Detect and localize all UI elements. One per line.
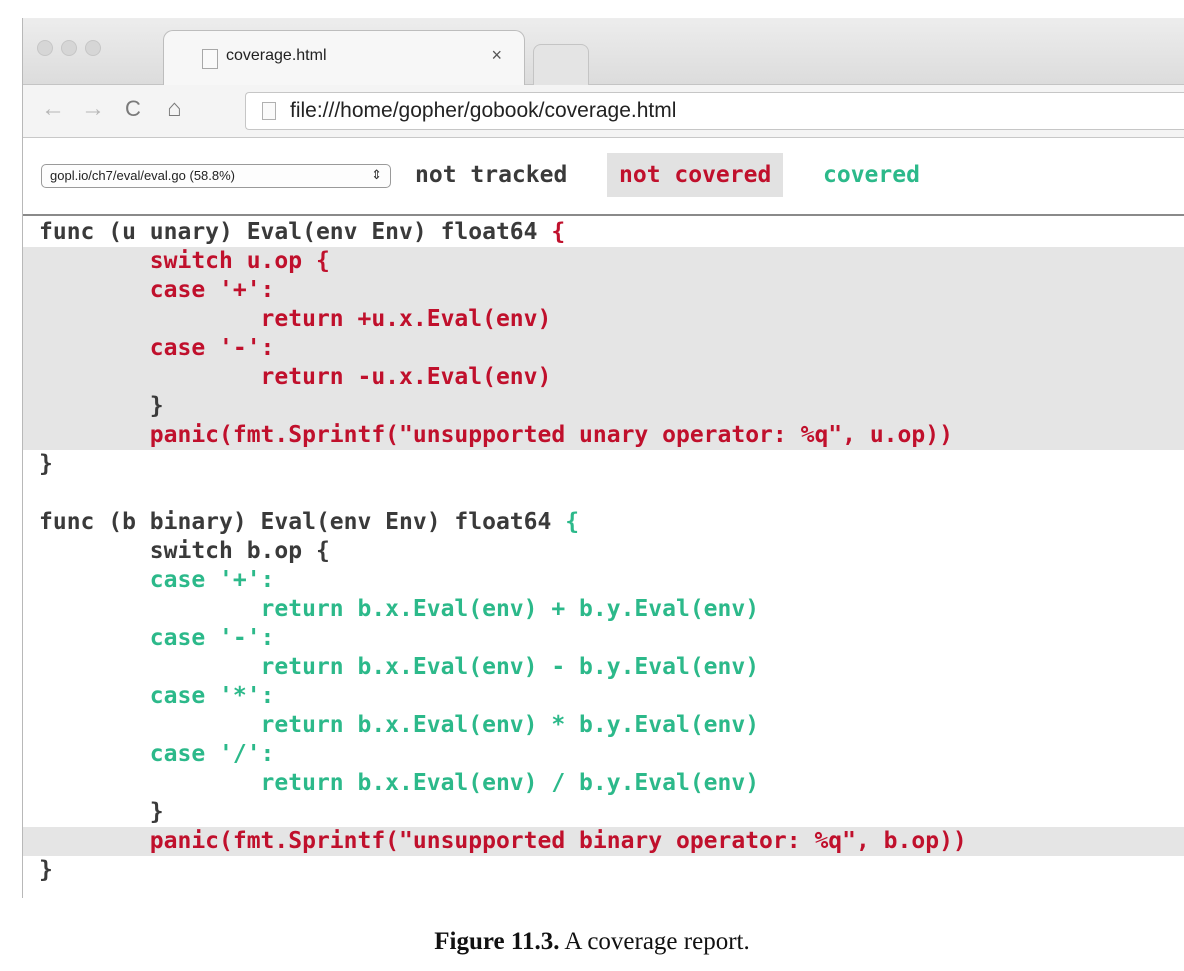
new-tab-button[interactable] (533, 44, 589, 85)
code-token: return +u.x.Eval(env) (39, 306, 552, 332)
url-text: file:///home/gopher/gobook/coverage.html (290, 99, 677, 122)
code-line: return b.x.Eval(env) * b.y.Eval(env) (39, 711, 760, 740)
browser-toolbar: ← → C ⌂ file:///home/gopher/gobook/cover… (23, 85, 1184, 138)
tab-bar: coverage.html × (23, 18, 1184, 85)
code-token: return b.x.Eval(env) + b.y.Eval(env) (39, 596, 760, 622)
legend-not-covered: not covered (607, 153, 784, 197)
code-line: switch b.op { (39, 537, 330, 566)
browser-window: coverage.html × ← → C ⌂ file:///home/gop… (22, 18, 1184, 898)
figure-caption: Figure 11.3. A coverage report. (0, 928, 1184, 956)
code-token: case '*': (39, 683, 275, 709)
code-line: panic(fmt.Sprintf("unsupported unary ope… (39, 421, 953, 450)
code-view: func (u unary) Eval(env Env) float64 { s… (23, 216, 1184, 898)
code-line: func (u unary) Eval(env Env) float64 { (39, 218, 565, 247)
code-line: } (39, 450, 53, 479)
code-token: case '/': (39, 741, 275, 767)
code-token: switch b.op { (39, 538, 330, 564)
code-token: } (39, 857, 53, 883)
coverage-header: gopl.io/ch7/eval/eval.go (58.8%) ⇕ not t… (23, 138, 1184, 216)
code-line: case '*': (39, 682, 275, 711)
code-token: case '-': (39, 335, 275, 361)
code-token: { (551, 219, 566, 245)
tab-coverage[interactable]: coverage.html × (163, 30, 525, 85)
code-token: return b.x.Eval(env) * b.y.Eval(env) (39, 712, 760, 738)
code-line: case '-': (39, 334, 275, 363)
back-arrow-icon[interactable]: ← (41, 95, 65, 123)
code-line: return b.x.Eval(env) - b.y.Eval(env) (39, 653, 760, 682)
code-line: return +u.x.Eval(env) (39, 305, 552, 334)
file-select[interactable]: gopl.io/ch7/eval/eval.go (58.8%) ⇕ (41, 164, 391, 188)
code-line: return b.x.Eval(env) / b.y.Eval(env) (39, 769, 760, 798)
code-token: panic(fmt.Sprintf("unsupported unary ope… (39, 422, 953, 448)
code-token: } (39, 393, 164, 419)
code-token: return b.x.Eval(env) - b.y.Eval(env) (39, 654, 760, 680)
code-token: case '+': (39, 567, 275, 593)
code-token: case '+': (39, 277, 275, 303)
zoom-window-button[interactable] (85, 40, 101, 56)
code-token: return b.x.Eval(env) / b.y.Eval(env) (39, 770, 760, 796)
code-token: func (b binary) Eval(env Env) float64 (39, 509, 566, 535)
code-line: } (39, 856, 53, 885)
legend-covered: covered (823, 162, 920, 188)
code-line: func (b binary) Eval(env Env) float64 { (39, 508, 579, 537)
home-icon[interactable]: ⌂ (167, 95, 182, 123)
code-line: switch u.op { (39, 247, 330, 276)
legend-not-tracked: not tracked (415, 162, 568, 188)
code-line: case '+': (39, 276, 275, 305)
code-token: case '-': (39, 625, 275, 651)
code-line: return -u.x.Eval(env) (39, 363, 552, 392)
code-token: return -u.x.Eval(env) (39, 364, 552, 390)
figure-text: A coverage report. (564, 928, 750, 955)
file-select-value: gopl.io/ch7/eval/eval.go (58.8%) (50, 168, 236, 183)
forward-arrow-icon[interactable]: → (81, 95, 105, 123)
reload-icon[interactable]: C (125, 96, 141, 122)
tab-title: coverage.html (226, 47, 327, 64)
code-line: panic(fmt.Sprintf("unsupported binary op… (39, 827, 967, 856)
code-token: } (39, 451, 53, 477)
code-token: switch u.op { (39, 248, 330, 274)
code-token: { (565, 509, 580, 535)
tab-close-icon[interactable]: × (491, 45, 502, 66)
code-token: func (u unary) Eval(env Env) float64 (39, 219, 552, 245)
minimize-window-button[interactable] (61, 40, 77, 56)
select-arrows-icon: ⇕ (371, 167, 382, 182)
code-token: } (39, 799, 164, 825)
code-line: case '-': (39, 624, 275, 653)
uncovered-highlight (23, 392, 1184, 421)
close-window-button[interactable] (37, 40, 53, 56)
address-bar[interactable]: file:///home/gopher/gobook/coverage.html (245, 92, 1184, 130)
page-icon (262, 102, 276, 120)
code-line: case '/': (39, 740, 275, 769)
code-line: } (39, 392, 164, 421)
code-line: return b.x.Eval(env) + b.y.Eval(env) (39, 595, 760, 624)
figure-label: Figure 11.3. (434, 928, 560, 955)
code-line: case '+': (39, 566, 275, 595)
code-line: } (39, 798, 164, 827)
page-icon (202, 49, 218, 69)
code-token: panic(fmt.Sprintf("unsupported binary op… (39, 828, 967, 854)
